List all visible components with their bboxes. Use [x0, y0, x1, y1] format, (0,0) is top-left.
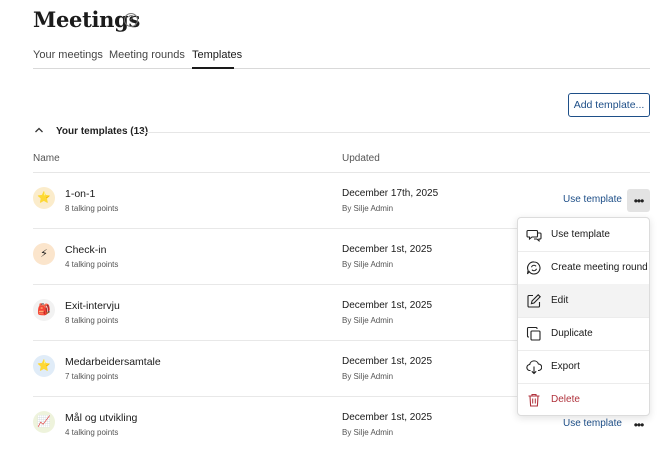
- tab-bar: Your meetings Meeting rounds Templates: [33, 43, 650, 69]
- template-name[interactable]: Medarbeidersamtale: [65, 356, 161, 368]
- trash-icon: [526, 392, 542, 408]
- updated-date: December 1st, 2025: [342, 244, 433, 255]
- updated-by: By Silje Admin: [342, 316, 394, 325]
- chat-refresh-icon: [526, 260, 542, 276]
- section-divider: [141, 132, 650, 133]
- template-emoji: 🎒: [37, 303, 51, 316]
- updated-by: By Silje Admin: [342, 204, 394, 213]
- tab-meeting-rounds[interactable]: Meeting rounds: [109, 49, 185, 61]
- talking-points-count: 4 talking points: [65, 260, 119, 269]
- use-template-link[interactable]: Use template: [563, 194, 622, 205]
- tab-your-meetings[interactable]: Your meetings: [33, 49, 103, 61]
- talking-points-count: 8 talking points: [65, 316, 119, 325]
- menu-item-edit[interactable]: Edit: [518, 284, 649, 317]
- template-avatar-icon: 🎒: [33, 299, 55, 321]
- template-avatar-icon: ⭐: [33, 187, 55, 209]
- chat-bubbles-icon: [526, 227, 542, 243]
- talking-points-count: 7 talking points: [65, 372, 119, 381]
- template-avatar-icon: ⭐: [33, 355, 55, 377]
- menu-item-export[interactable]: Export: [518, 350, 649, 383]
- template-name[interactable]: Mål og utvikling: [65, 412, 137, 424]
- duplicate-icon: [526, 326, 542, 342]
- updated-by: By Silje Admin: [342, 372, 394, 381]
- menu-item-label: Export: [551, 361, 580, 372]
- updated-date: December 1st, 2025: [342, 300, 433, 311]
- template-avatar-icon: ⚡: [33, 243, 55, 265]
- active-tab-indicator: [192, 67, 234, 69]
- template-avatar-icon: 📈: [33, 411, 55, 433]
- menu-item-label: Edit: [551, 295, 569, 306]
- template-emoji: 📈: [37, 415, 51, 428]
- template-emoji: ⭐: [37, 191, 51, 204]
- template-name[interactable]: 1-on-1: [65, 188, 95, 200]
- column-header-name: Name: [33, 153, 60, 164]
- updated-date: December 1st, 2025: [342, 356, 433, 367]
- template-context-menu: Use template Create meeting round Edit D…: [517, 217, 650, 416]
- template-emoji: ⭐: [37, 359, 51, 372]
- talking-points-count: 4 talking points: [65, 428, 119, 437]
- updated-by: By Silje Admin: [342, 428, 394, 437]
- menu-item-label: Duplicate: [551, 328, 593, 339]
- menu-item-label: Use template: [551, 229, 610, 240]
- edit-pencil-icon: [526, 293, 542, 309]
- section-title: Your templates (13): [56, 126, 149, 137]
- export-cloud-icon: [526, 359, 542, 375]
- column-header-updated: Updated: [342, 153, 380, 164]
- template-name[interactable]: Exit-intervju: [65, 300, 120, 312]
- menu-item-label: Delete: [551, 394, 580, 405]
- talking-points-count: 8 talking points: [65, 204, 119, 213]
- menu-item-create-meeting-round[interactable]: Create meeting round: [518, 251, 649, 284]
- updated-date: December 17th, 2025: [342, 188, 439, 199]
- templates-section-header[interactable]: Your templates (13): [33, 122, 650, 142]
- chevron-up-icon: [35, 127, 43, 133]
- help-icon[interactable]: ?: [124, 13, 138, 27]
- more-options-icon[interactable]: •••: [627, 413, 650, 436]
- more-options-icon[interactable]: •••: [627, 189, 650, 212]
- tab-templates[interactable]: Templates: [192, 49, 242, 61]
- updated-by: By Silje Admin: [342, 260, 394, 269]
- template-emoji: ⚡: [40, 247, 48, 260]
- menu-item-use-template[interactable]: Use template: [518, 218, 649, 251]
- template-name[interactable]: Check-in: [65, 244, 106, 256]
- menu-item-label: Create meeting round: [551, 262, 648, 273]
- use-template-link[interactable]: Use template: [563, 418, 622, 429]
- menu-item-delete[interactable]: Delete: [518, 383, 649, 416]
- add-template-button[interactable]: Add template...: [568, 93, 650, 117]
- updated-date: December 1st, 2025: [342, 412, 433, 423]
- menu-item-duplicate[interactable]: Duplicate: [518, 317, 649, 350]
